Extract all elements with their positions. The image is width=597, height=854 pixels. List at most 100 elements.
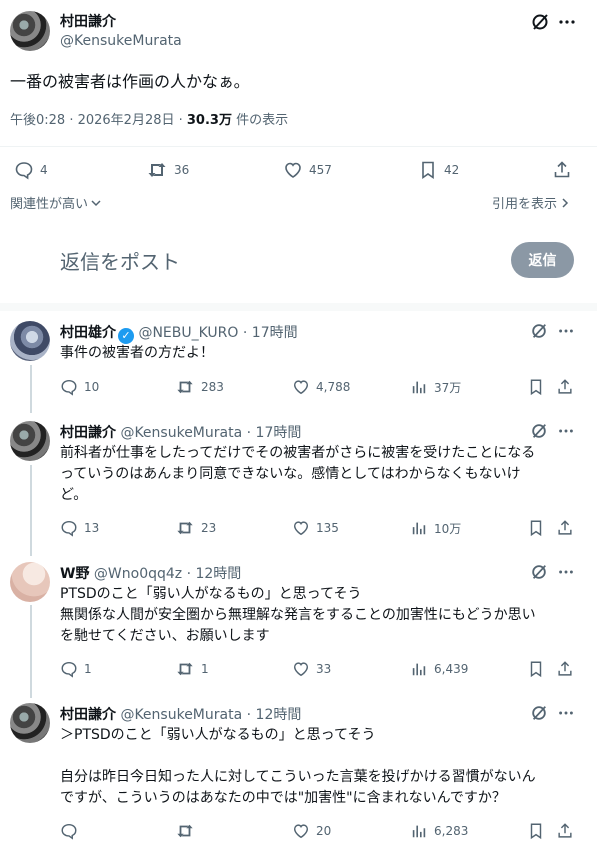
reply-stat[interactable]: 1 — [60, 660, 92, 678]
retweet-icon — [175, 660, 195, 678]
author-handle[interactable]: @KensukeMurata — [120, 425, 242, 441]
reply-icon — [14, 160, 34, 180]
reply-text: PTSDのこと「弱い人がなるもの」と思ってそう 無関係な人間が安全圏から無理解な… — [60, 586, 536, 644]
reply-stat[interactable] — [60, 822, 84, 840]
like-stat[interactable]: 4,788 — [292, 378, 350, 396]
share-icon — [556, 822, 574, 840]
heart-icon — [292, 378, 310, 396]
heart-icon — [292, 660, 310, 678]
views-stat[interactable]: 6,283 — [410, 822, 468, 840]
author-handle[interactable]: @NEBU_KURO — [138, 325, 238, 341]
author-name[interactable]: 村田雄介 — [60, 325, 116, 341]
views-icon — [410, 822, 428, 840]
grok-icon[interactable] — [530, 704, 548, 722]
bookmark-icon — [527, 378, 545, 396]
avatar[interactable] — [10, 562, 50, 602]
share-icon — [552, 160, 572, 180]
chevron-right-icon — [560, 197, 570, 209]
author-name[interactable]: 村田謙介 — [60, 11, 116, 31]
avatar[interactable] — [10, 321, 50, 361]
thread-line — [30, 365, 32, 413]
verified-badge-icon: ✓ — [118, 327, 134, 344]
retweet-stat[interactable]: 36 — [146, 160, 189, 180]
views-stat[interactable]: 10万 — [410, 519, 461, 537]
tweet-time[interactable]: 午後0:28 · 2026年2月28日 · — [10, 113, 187, 128]
tweet-text: 一番の被害者は作画の人かなぁ。 — [10, 72, 250, 91]
bookmark-icon — [418, 160, 438, 180]
avatar[interactable] — [10, 11, 50, 51]
more-icon[interactable] — [556, 322, 576, 340]
reply-header: W野 @Wno0qq4z · 12時間 — [60, 566, 242, 582]
like-stat[interactable]: 457 — [283, 160, 332, 180]
share-stat[interactable] — [556, 660, 574, 678]
avatar[interactable] — [10, 703, 50, 743]
bookmark-icon — [527, 822, 545, 840]
grok-icon[interactable] — [530, 12, 550, 32]
reply-stat[interactable]: 13 — [60, 519, 99, 537]
reply-text: 前科者が仕事をしたってだけでその被害者がさらに被害を受けたことになる っていうの… — [60, 445, 536, 503]
author-name[interactable]: 村田謙介 — [60, 707, 116, 723]
author-handle[interactable]: @KensukeMurata — [60, 33, 182, 49]
bookmark-stat[interactable] — [527, 660, 545, 678]
views-icon — [410, 660, 428, 678]
more-icon[interactable] — [556, 563, 576, 581]
reply-icon — [60, 822, 78, 840]
share-stat[interactable] — [556, 822, 574, 840]
like-stat[interactable]: 33 — [292, 660, 331, 678]
retweet-stat[interactable]: 283 — [175, 378, 224, 396]
reply-stat[interactable]: 10 — [60, 378, 99, 396]
tweet-meta: 午後0:28 · 2026年2月28日 · 30.3万 件の表示 — [10, 109, 288, 128]
divider — [0, 146, 597, 147]
retweet-icon — [175, 378, 195, 396]
reply-input[interactable]: 返信をポスト — [60, 246, 480, 275]
avatar[interactable] — [10, 421, 50, 461]
retweet-stat[interactable]: 1 — [175, 660, 209, 678]
author-name[interactable]: 村田謙介 — [60, 425, 116, 441]
bookmark-stat[interactable]: 42 — [418, 160, 459, 180]
share-icon — [556, 378, 574, 396]
share-stat[interactable] — [556, 378, 574, 396]
like-stat[interactable]: 135 — [292, 519, 339, 537]
share-stat[interactable] — [556, 519, 574, 537]
grok-icon[interactable] — [530, 322, 548, 340]
author-name[interactable]: W野 — [60, 566, 89, 582]
like-stat[interactable]: 20 — [292, 822, 331, 840]
quotes-link[interactable]: 引用を表示 — [492, 193, 570, 212]
retweet-icon — [175, 822, 195, 840]
share-icon — [556, 519, 574, 537]
retweet-icon — [146, 160, 168, 180]
more-icon[interactable] — [557, 12, 577, 32]
reply-stat[interactable]: 4 — [14, 160, 48, 180]
views-label: 件の表示 — [231, 113, 289, 128]
views-stat[interactable]: 6,439 — [410, 660, 468, 678]
more-icon[interactable] — [556, 422, 576, 440]
author-handle[interactable]: @KensukeMurata — [120, 707, 242, 723]
reply-time[interactable]: 17時間 — [256, 425, 302, 441]
retweet-stat[interactable] — [175, 822, 201, 840]
bookmark-stat[interactable] — [527, 378, 545, 396]
views-count: 30.3万 — [186, 113, 232, 128]
share-stat[interactable] — [552, 160, 572, 180]
reply-button[interactable]: 返信 — [511, 242, 574, 278]
views-stat[interactable]: 37万 — [410, 378, 461, 396]
author-handle[interactable]: @Wno0qq4z — [94, 566, 182, 582]
chevron-down-icon — [90, 197, 102, 209]
divider — [0, 303, 597, 311]
retweet-stat[interactable]: 23 — [175, 519, 216, 537]
heart-icon — [283, 160, 303, 180]
reply-time[interactable]: 17時間 — [252, 325, 298, 341]
reply-time[interactable]: 12時間 — [256, 707, 302, 723]
bookmark-stat[interactable] — [527, 519, 545, 537]
reply-icon — [60, 378, 78, 396]
sort-dropdown[interactable]: 関連性が高い — [10, 193, 102, 212]
heart-icon — [292, 822, 310, 840]
share-icon — [556, 660, 574, 678]
reply-text: 事件の被害者の方だよ！ — [60, 345, 214, 361]
reply-header: 村田謙介 @KensukeMurata · 12時間 — [60, 707, 302, 723]
bookmark-stat[interactable] — [527, 822, 545, 840]
reply-time[interactable]: 12時間 — [195, 566, 241, 582]
reply-text: ＞PTSDのこと「弱い人がなるもの」と思ってそう 自分は昨日今日知った人に対して… — [60, 727, 536, 806]
more-icon[interactable] — [556, 704, 576, 722]
grok-icon[interactable] — [530, 422, 548, 440]
grok-icon[interactable] — [530, 563, 548, 581]
